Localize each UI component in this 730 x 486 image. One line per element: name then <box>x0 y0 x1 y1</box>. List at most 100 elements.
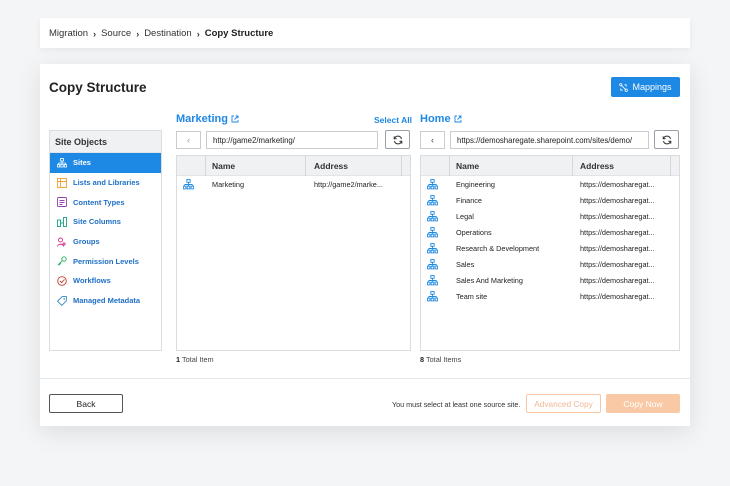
mappings-button[interactable]: Mappings <box>611 77 680 97</box>
mappings-icon <box>619 82 629 92</box>
source-grid: Name Address Marketing http://game2/mark… <box>176 155 411 351</box>
validation-message: You must select at least one source site… <box>392 400 521 409</box>
site-object-label: Groups <box>73 237 100 247</box>
site-icon <box>427 211 438 222</box>
row-address: http://game2/marke... <box>314 180 383 189</box>
refresh-icon <box>393 135 402 144</box>
table-row[interactable]: Legal https://demosharegat... <box>421 209 679 225</box>
table-row[interactable]: Sales And Marketing https://demosharegat.… <box>421 273 679 289</box>
row-name: Legal <box>456 212 474 221</box>
row-name: Engineering <box>456 180 495 189</box>
row-address: https://demosharegat... <box>580 292 655 301</box>
row-name: Sales And Marketing <box>456 276 523 285</box>
select-all-link[interactable]: Select All <box>374 115 412 125</box>
site-object-groups[interactable]: Groups <box>50 232 161 252</box>
destination-rows: Engineering https://demosharegat... Financ… <box>421 177 679 305</box>
site-object-label: Managed Metadata <box>73 296 141 306</box>
site-icon <box>427 179 438 190</box>
content-type-icon <box>57 197 67 208</box>
breadcrumb-item-source[interactable]: Source <box>101 28 131 39</box>
key-icon <box>57 256 67 266</box>
copy-now-button[interactable]: Copy Now <box>606 394 680 413</box>
site-icon <box>427 243 438 254</box>
destination-refresh-button[interactable] <box>654 130 679 149</box>
source-url-field[interactable]: http://game2/marketing/ <box>206 131 378 149</box>
mappings-label: Mappings <box>632 82 672 92</box>
source-title-link[interactable]: Marketing <box>176 113 239 125</box>
row-address: https://demosharegat... <box>580 228 655 237</box>
breadcrumb-item-migration[interactable]: Migration <box>49 28 88 39</box>
row-name: Finance <box>456 196 482 205</box>
destination-total-label: Total Items <box>425 355 462 364</box>
site-object-label: Site Columns <box>73 217 121 227</box>
chevron-right-icon: › <box>93 28 97 39</box>
grid-header: Name Address <box>177 156 410 176</box>
table-row[interactable]: Team site https://demosharegat... <box>421 289 679 305</box>
external-link-icon <box>231 115 239 123</box>
site-object-managed-metadata[interactable]: Managed Metadata <box>50 291 161 311</box>
chevron-right-icon: › <box>136 28 140 39</box>
table-row[interactable]: Sales https://demosharegat... <box>421 257 679 273</box>
columns-icon <box>57 216 67 227</box>
site-object-sites[interactable]: Sites <box>50 153 161 173</box>
column-header-name[interactable]: Name <box>456 161 479 171</box>
row-address: https://demosharegat... <box>580 212 655 221</box>
site-object-lists-and-libraries[interactable]: Lists and Libraries <box>50 173 161 193</box>
tag-icon <box>57 295 67 306</box>
site-objects-panel: Site Objects Sites Lists and Libraries C… <box>49 130 162 351</box>
column-header-address[interactable]: Address <box>580 161 614 171</box>
destination-total: 8 Total Items <box>420 355 461 364</box>
source-back-button[interactable]: ‹ <box>176 131 201 149</box>
site-object-label: Workflows <box>73 276 111 286</box>
back-button[interactable]: Back <box>49 394 123 413</box>
advanced-copy-button[interactable]: Advanced Copy <box>526 394 601 413</box>
workflow-icon <box>57 276 67 286</box>
site-object-label: Sites <box>73 158 91 168</box>
row-name: Research & Development <box>456 244 540 253</box>
groups-icon <box>57 237 66 247</box>
site-object-label: Permission Levels <box>73 256 139 266</box>
breadcrumb: Migration › Source › Destination › Copy … <box>49 28 273 39</box>
row-address: https://demosharegat... <box>580 180 655 189</box>
site-object-label: Lists and Libraries <box>73 178 140 188</box>
table-row[interactable]: Marketing http://game2/marke... <box>177 177 410 193</box>
source-total: 1 Total Item <box>176 355 214 364</box>
destination-title: Home <box>420 113 451 125</box>
site-object-label: Content Types <box>73 197 125 207</box>
site-object-permission-levels[interactable]: Permission Levels <box>50 251 161 271</box>
site-icon <box>427 227 438 238</box>
chevron-right-icon: › <box>196 28 200 39</box>
page-title: Copy Structure <box>49 80 147 95</box>
site-object-site-columns[interactable]: Site Columns <box>50 212 161 232</box>
row-address: https://demosharegat... <box>580 260 655 269</box>
top-bar: Migration › Source › Destination › Copy … <box>40 18 690 48</box>
row-name: Team site <box>456 292 488 301</box>
chevron-left-icon: ‹ <box>187 135 190 145</box>
column-header-name[interactable]: Name <box>212 161 235 171</box>
list-icon <box>57 177 67 188</box>
destination-back-button[interactable]: ‹ <box>420 131 445 149</box>
site-object-workflows[interactable]: Workflows <box>50 271 161 291</box>
row-name: Marketing <box>212 180 245 189</box>
column-header-address[interactable]: Address <box>314 161 348 171</box>
external-link-icon <box>454 115 462 123</box>
breadcrumb-item-destination[interactable]: Destination <box>144 28 192 39</box>
grid-header: Name Address <box>421 156 679 176</box>
copy-structure-card: Copy Structure Mappings Marketing Select… <box>40 64 690 426</box>
row-address: https://demosharegat... <box>580 276 655 285</box>
site-objects-title: Site Objects <box>50 131 161 153</box>
refresh-icon <box>662 135 671 144</box>
footer-divider <box>40 378 690 379</box>
table-row[interactable]: Engineering https://demosharegat... <box>421 177 679 193</box>
source-total-label: Total Item <box>181 355 214 364</box>
destination-total-count: 8 <box>420 355 425 364</box>
row-address: https://demosharegat... <box>580 196 655 205</box>
table-row[interactable]: Research & Development https://demoshareg… <box>421 241 679 257</box>
destination-title-link[interactable]: Home <box>420 113 462 125</box>
table-row[interactable]: Operations https://demosharegat... <box>421 225 679 241</box>
source-refresh-button[interactable] <box>385 130 410 149</box>
destination-url-field[interactable]: https://demosharegate.sharepoint.com/sit… <box>450 131 649 149</box>
site-object-content-types[interactable]: Content Types <box>50 192 161 212</box>
table-row[interactable]: Finance https://demosharegat... <box>421 193 679 209</box>
row-name: Operations <box>456 228 492 237</box>
